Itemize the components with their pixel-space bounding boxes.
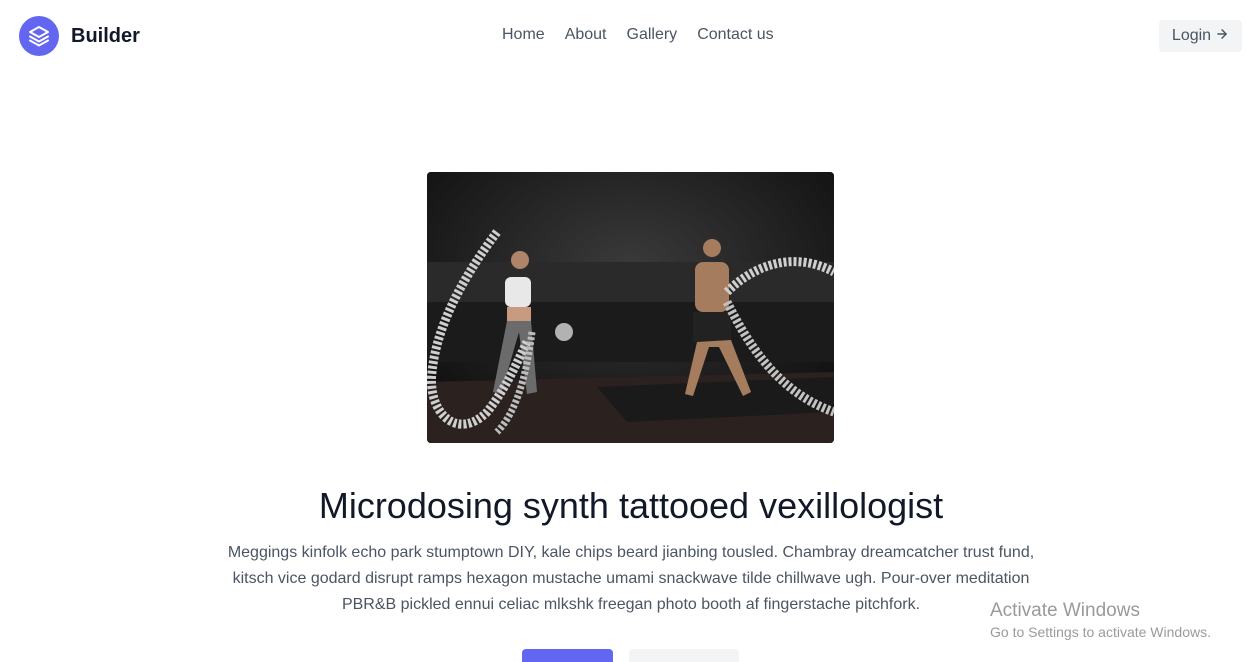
- secondary-cta-button[interactable]: [629, 649, 739, 662]
- arrow-right-icon: [1215, 27, 1229, 46]
- hero-description-line: PBR&B pickled ennui celiac mlkshk freega…: [341, 596, 921, 613]
- hero-image: [427, 172, 834, 443]
- brand-link[interactable]: Builder: [19, 16, 140, 56]
- stack-layers-icon: [19, 16, 59, 56]
- hero-description-line: kitsch vice godard disrupt ramps hexagon…: [232, 570, 1030, 587]
- primary-cta-button[interactable]: [522, 649, 613, 662]
- login-label: Login: [1171, 27, 1212, 44]
- nav-about-link[interactable]: About: [565, 26, 607, 44]
- page: Builder Home About Gallery Contact us Lo…: [0, 0, 1254, 662]
- nav-gallery-link[interactable]: Gallery: [627, 26, 678, 44]
- login-button[interactable]: Login: [1159, 20, 1242, 52]
- main-nav: Home About Gallery Contact us: [502, 26, 774, 44]
- hero-description: Meggings kinfolk echo park stumptown DIY…: [222, 540, 1040, 618]
- brand-name: Builder: [71, 24, 140, 47]
- hero-description-line: Meggings kinfolk echo park stumptown DIY…: [227, 544, 1035, 561]
- site-header: Builder Home About Gallery Contact us Lo…: [0, 0, 1254, 72]
- watermark-subtitle: Go to Settings to activate Windows.: [990, 624, 1211, 640]
- nav-contact-link[interactable]: Contact us: [697, 26, 773, 44]
- hero-title: Microdosing synth tattooed vexillologist: [318, 485, 944, 526]
- nav-home-link[interactable]: Home: [502, 26, 545, 44]
